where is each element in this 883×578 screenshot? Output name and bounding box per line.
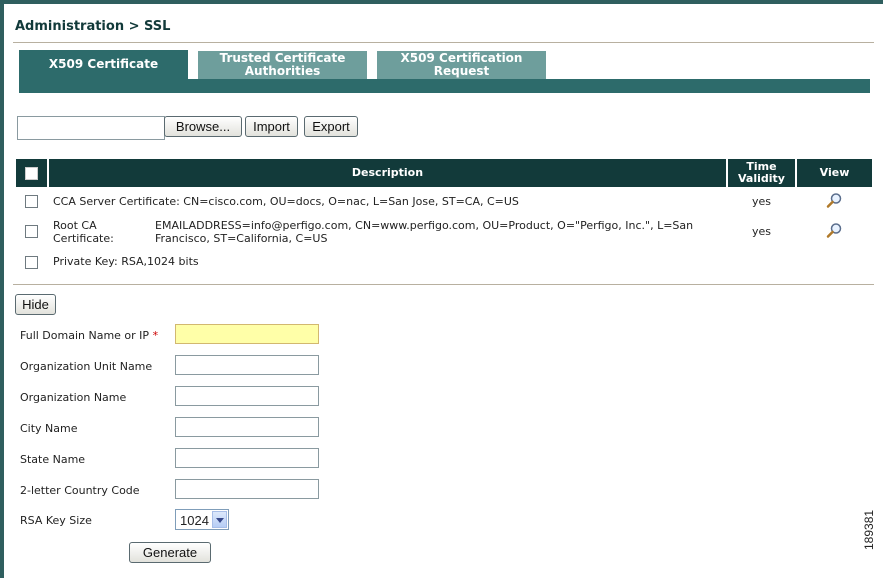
tab-strip — [19, 79, 870, 93]
view-header: View — [797, 159, 872, 187]
browse-button[interactable]: Browse... — [164, 116, 242, 137]
breadcrumb: Administration > SSL — [15, 19, 171, 34]
select-all-checkbox[interactable] — [25, 166, 38, 180]
left-border — [0, 0, 4, 578]
export-button[interactable]: Export — [304, 116, 358, 137]
row-description: EMAILADDRESS=info@perfigo.com, CN=www.pe… — [155, 219, 694, 245]
row-validity: yes — [752, 225, 772, 238]
row-checkbox[interactable] — [25, 195, 38, 208]
state-name-label: State Name — [20, 453, 86, 466]
row-checkbox[interactable] — [25, 256, 38, 269]
time-validity-header: Time Validity — [728, 159, 795, 187]
chevron-down-icon[interactable] — [212, 511, 227, 528]
section-divider — [13, 284, 874, 285]
tab-bar: X509 Certificate Trusted Certificate Aut… — [19, 50, 870, 93]
rsa-key-size-value: 1024 — [180, 513, 209, 528]
domain-name-label: Full Domain Name or IP * — [20, 329, 159, 342]
file-path-input[interactable] — [17, 116, 165, 140]
row-validity: yes — [752, 195, 772, 208]
figure-id: 189381 — [862, 509, 876, 550]
hide-button[interactable]: Hide — [15, 294, 56, 315]
domain-name-input[interactable] — [175, 324, 319, 344]
top-border — [0, 0, 883, 4]
required-asterisk: * — [152, 329, 159, 342]
city-name-input[interactable] — [175, 417, 319, 437]
city-name-label: City Name — [20, 422, 78, 435]
rsa-key-size-select[interactable]: 1024 — [175, 509, 229, 530]
tab-x509-certificate[interactable]: X509 Certificate — [19, 50, 188, 79]
description-header: Description — [49, 159, 726, 187]
org-name-label: Organization Name — [20, 391, 127, 404]
org-name-input[interactable] — [175, 386, 319, 406]
header-divider — [13, 42, 874, 43]
state-name-input[interactable] — [175, 448, 319, 468]
magnifier-icon[interactable] — [826, 222, 843, 239]
magnifier-icon[interactable] — [826, 192, 843, 209]
country-code-label: 2-letter Country Code — [20, 484, 140, 497]
row-name: Root CA Certificate: — [53, 219, 114, 245]
import-button[interactable]: Import — [245, 116, 298, 137]
tab-x509-certification-request[interactable]: X509 Certification Request — [377, 51, 546, 79]
row-description: Private Key: RSA,1024 bits — [53, 255, 199, 268]
tab-trusted-certificate-authorities[interactable]: Trusted Certificate Authorities — [198, 51, 367, 79]
row-checkbox[interactable] — [25, 225, 38, 238]
generate-button[interactable]: Generate — [129, 542, 211, 563]
country-code-input[interactable] — [175, 479, 319, 499]
select-all-header — [16, 159, 47, 187]
org-unit-input[interactable] — [175, 355, 319, 375]
rsa-key-size-label: RSA Key Size — [20, 514, 92, 527]
row-description: CCA Server Certificate: CN=cisco.com, OU… — [53, 195, 519, 208]
org-unit-label: Organization Unit Name — [20, 360, 153, 373]
